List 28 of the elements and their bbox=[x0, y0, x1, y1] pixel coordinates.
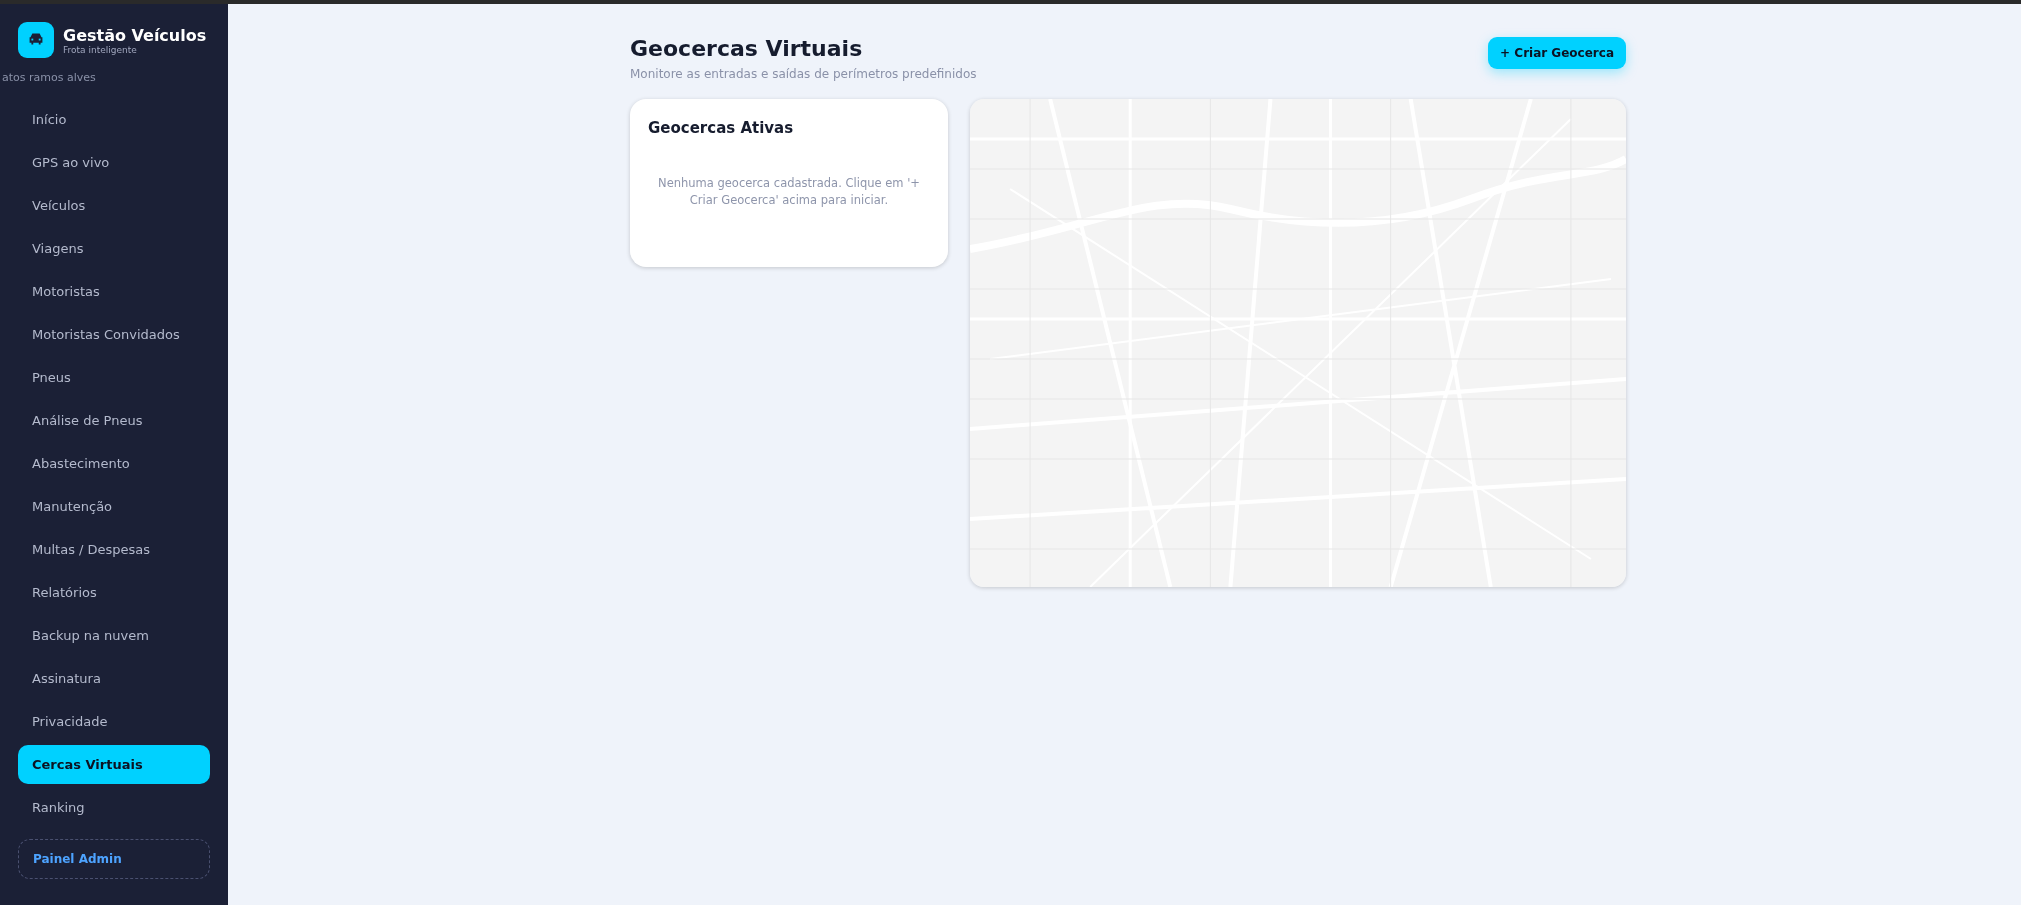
app-title: Gestão Veículos bbox=[63, 25, 207, 45]
app-subtitle: Frota inteligente bbox=[63, 44, 138, 55]
nav-item[interactable]: Motoristas Convidados bbox=[18, 315, 210, 354]
car-logo-icon bbox=[18, 22, 54, 58]
nav-item[interactable]: Abastecimento bbox=[18, 444, 210, 483]
nav-item[interactable]: Cercas Virtuais bbox=[18, 745, 210, 784]
page-title: Geocercas Virtuais bbox=[630, 36, 864, 61]
card-title: Geocercas Ativas bbox=[648, 119, 795, 137]
nav-item[interactable]: Backup na nuvem bbox=[18, 616, 210, 655]
user-name: atos ramos alves bbox=[2, 71, 97, 84]
nav-item[interactable]: Início bbox=[18, 100, 210, 139]
nav-item[interactable]: Análise de Pneus bbox=[18, 401, 210, 440]
nav-item[interactable]: Relatórios bbox=[18, 573, 210, 612]
nav-item[interactable]: Motoristas bbox=[18, 272, 210, 311]
nav-item[interactable]: Assinatura bbox=[18, 659, 210, 698]
create-geofence-button[interactable]: + Criar Geocerca bbox=[1488, 37, 1626, 69]
nav-item[interactable]: Privacidade bbox=[18, 702, 210, 741]
nav-item[interactable]: Ranking bbox=[18, 788, 210, 827]
nav-item[interactable]: Viagens bbox=[18, 229, 210, 268]
page-subtitle: Monitore as entradas e saídas de perímetros predefinidos bbox=[630, 67, 977, 81]
nav-item[interactable]: GPS ao vivo bbox=[18, 143, 210, 182]
map-drawing[interactable] bbox=[970, 99, 1626, 587]
empty-message: Nenhuma geocerca cadastrada. Clique em '+ Criar Geocerca' acima para iniciar. bbox=[657, 175, 921, 210]
nav-item[interactable]: Pneus bbox=[18, 358, 210, 397]
nav-item[interactable]: Multas / Despesas bbox=[18, 530, 210, 569]
admin-panel-button[interactable]: Painel Admin bbox=[18, 839, 210, 879]
nav-item[interactable]: Manutenção bbox=[18, 487, 210, 526]
nav-item[interactable]: Veículos bbox=[18, 186, 210, 225]
